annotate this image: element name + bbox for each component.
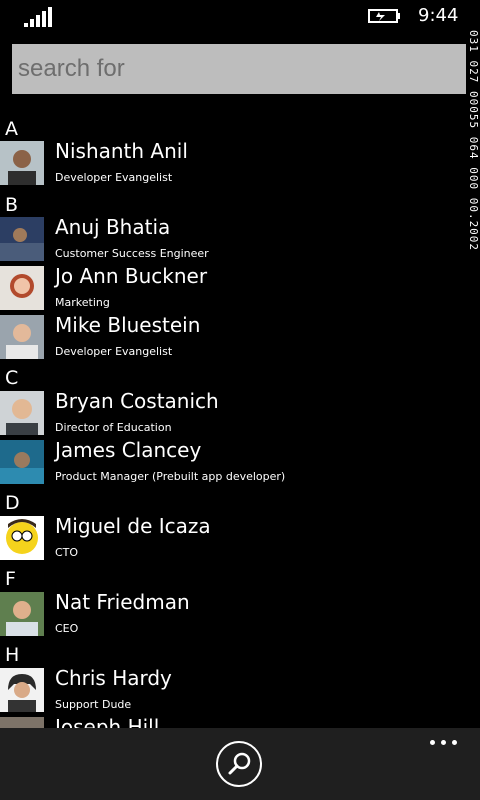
avatar [0, 391, 44, 435]
contact-item[interactable]: Joseph Hill [0, 715, 468, 728]
more-ellipsis-icon[interactable] [430, 738, 460, 748]
search-icon [228, 752, 251, 775]
contact-name: James Clancey [55, 438, 202, 462]
contact-name: Mike Bluestein [55, 313, 201, 337]
signal-bars-icon [24, 7, 54, 27]
contact-item[interactable]: Mike Bluestein Developer Evangelist [0, 313, 468, 361]
contact-item[interactable]: Nishanth Anil Developer Evangelist [0, 139, 468, 187]
avatar [0, 668, 44, 712]
contact-item[interactable]: James Clancey Product Manager (Prebuilt … [0, 438, 468, 486]
group-header-c[interactable]: C [5, 366, 18, 390]
contact-item[interactable]: Chris Hardy Support Dude [0, 666, 468, 714]
contact-item[interactable]: Bryan Costanich Director of Education [0, 389, 468, 437]
contact-title: Support Dude [55, 698, 132, 711]
group-header-b[interactable]: B [5, 193, 18, 217]
contact-name: Nishanth Anil [55, 139, 188, 163]
app-bar [0, 728, 480, 800]
contact-title: CTO [55, 546, 79, 559]
status-bar: 9:44 [0, 0, 480, 36]
contact-item[interactable]: Nat Friedman CEO [0, 590, 468, 638]
contact-title: CEO [55, 622, 79, 635]
contact-list[interactable]: A Nishanth Anil Developer Evangelist B A… [0, 113, 468, 728]
avatar [0, 315, 44, 359]
contact-title: Director of Education [55, 421, 172, 434]
contact-item[interactable]: Miguel de Icaza CTO [0, 514, 468, 562]
group-header-a[interactable]: A [5, 117, 18, 141]
contact-title: Customer Success Engineer [55, 247, 209, 260]
avatar [0, 266, 44, 310]
contact-name: Miguel de Icaza [55, 514, 211, 538]
contact-name: Anuj Bhatia [55, 215, 171, 239]
avatar [0, 592, 44, 636]
contact-title: Developer Evangelist [55, 345, 173, 358]
avatar [0, 440, 44, 484]
contact-item[interactable]: Anuj Bhatia Customer Success Engineer [0, 215, 468, 263]
contact-item[interactable]: Jo Ann Buckner Marketing [0, 264, 468, 312]
avatar [0, 717, 44, 728]
avatar [0, 141, 44, 185]
avatar [0, 516, 44, 560]
contact-title: Product Manager (Prebuilt app developer) [55, 470, 286, 483]
contact-name: Nat Friedman [55, 590, 190, 614]
avatar [0, 217, 44, 261]
search-input[interactable]: search for [12, 44, 466, 94]
debug-overlay: 031 027 00055 064 000 00.2002 [467, 30, 480, 252]
group-header-d[interactable]: D [5, 491, 20, 515]
contact-title: Marketing [55, 296, 110, 309]
contact-name: Bryan Costanich [55, 389, 219, 413]
contact-title: Developer Evangelist [55, 171, 173, 184]
battery-charging-icon [368, 9, 400, 23]
contact-name: Jo Ann Buckner [55, 264, 208, 288]
contact-name: Chris Hardy [55, 666, 172, 690]
search-button[interactable] [216, 741, 262, 787]
group-header-h[interactable]: H [5, 643, 19, 667]
status-time: 9:44 [418, 5, 459, 26]
contact-name: Joseph Hill [55, 715, 160, 728]
group-header-f[interactable]: F [5, 567, 16, 591]
